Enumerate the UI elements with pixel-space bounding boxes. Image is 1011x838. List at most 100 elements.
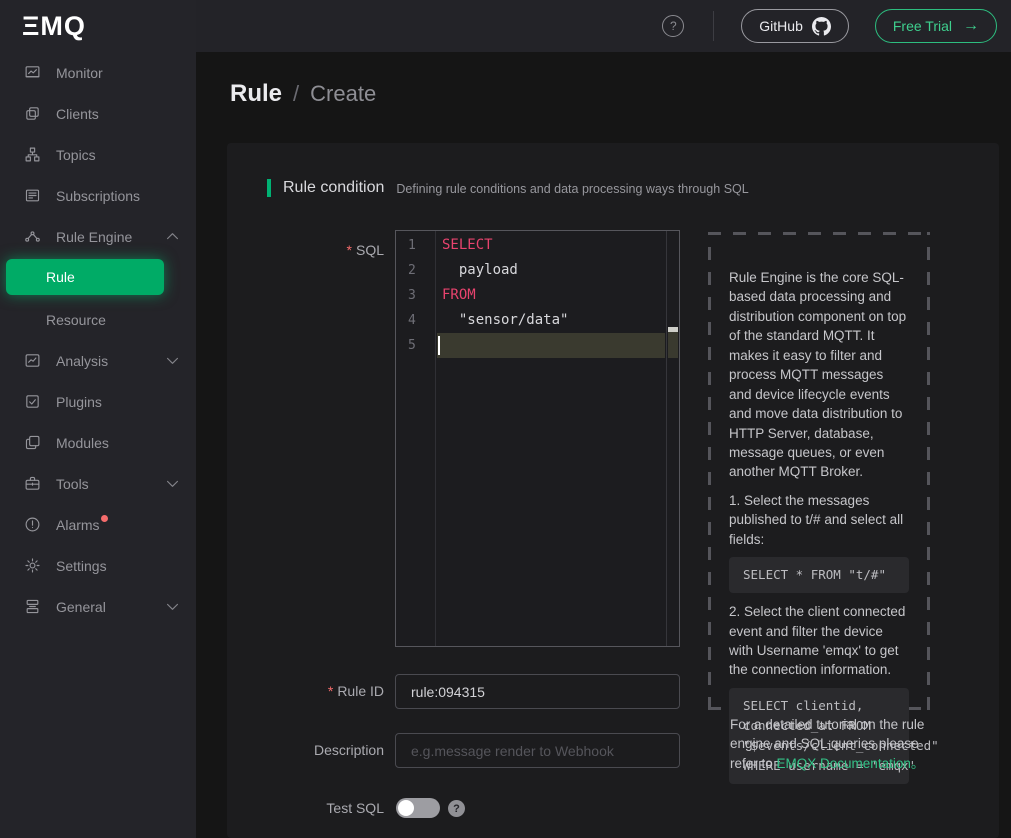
footer-period: 。: [911, 756, 925, 771]
section-accent-bar: [267, 179, 271, 197]
sidebar-item-analysis[interactable]: Analysis: [0, 340, 196, 381]
alarm-badge-dot: [101, 515, 108, 522]
sidebar-item-label: Plugins: [56, 394, 102, 410]
rule-engine-help-panel: Rule Engine is the core SQL-based data p…: [708, 232, 930, 710]
editor-text-cursor: [438, 336, 440, 355]
required-asterisk: *: [328, 683, 333, 699]
github-button-label: GitHub: [759, 18, 803, 34]
clients-icon: [24, 105, 41, 122]
sidebar-item-label: Monitor: [56, 65, 103, 81]
sidebar-item-subscriptions[interactable]: Subscriptions: [0, 175, 196, 216]
line-number: 5: [396, 333, 435, 358]
breadcrumb-current: Create: [310, 81, 376, 107]
modules-icon: [24, 434, 41, 451]
editor-scrollbar-thumb[interactable]: [668, 327, 678, 332]
alarms-icon: [24, 516, 41, 533]
github-icon: [812, 17, 831, 36]
editor-code-area: SELECT payload FROM "sensor/data": [437, 233, 665, 358]
arrow-right-icon: →: [963, 18, 979, 34]
breadcrumb: Rule / Create: [230, 80, 376, 108]
topbar: ? GitHub Free Trial →: [196, 0, 1011, 52]
sidebar-item-label: Tools: [56, 476, 89, 492]
sidebar-item-modules[interactable]: Modules: [0, 422, 196, 463]
sidebar-item-label: Topics: [56, 147, 96, 163]
sidebar-item-settings[interactable]: Settings: [0, 545, 196, 586]
plugins-icon: [24, 393, 41, 410]
code-line: SELECT: [437, 233, 665, 258]
code-line: SELECT clientid,: [743, 696, 895, 716]
description-field-label: Description: [227, 742, 384, 758]
sidebar-item-topics[interactable]: Topics: [0, 134, 196, 175]
line-number: 1: [396, 233, 435, 258]
free-trial-label: Free Trial: [893, 18, 952, 34]
tools-icon: [24, 475, 41, 492]
subscriptions-icon: [24, 187, 41, 204]
sidebar-item-label: Clients: [56, 106, 99, 122]
editor-scrollbar-active-mark: [668, 331, 678, 358]
sidebar-item-label: Subscriptions: [56, 188, 140, 204]
help-footer-text: For a detailed tutorial on the rule engi…: [730, 715, 932, 773]
editor-scrollbar: [666, 231, 679, 646]
line-number: 2: [396, 258, 435, 283]
sidebar-item-label: Modules: [56, 435, 109, 451]
emqx-dashboard: ? GitHub Free Trial → ΞMQ Monitor Client…: [0, 0, 1011, 838]
free-trial-button[interactable]: Free Trial →: [875, 9, 997, 43]
code-line: [437, 333, 665, 358]
help-example2-label: 2. Select the client connected event and…: [729, 602, 909, 680]
gear-icon: [24, 557, 41, 574]
help-icon[interactable]: ?: [662, 15, 684, 37]
sidebar-menu: Monitor Clients Topics Subscriptions Rul…: [0, 52, 196, 627]
code-line: "sensor/data": [437, 308, 665, 333]
test-sql-help-icon[interactable]: ?: [448, 800, 465, 817]
description-input[interactable]: [395, 733, 680, 768]
toggle-knob: [398, 800, 414, 816]
test-sql-field-label: Test SQL: [227, 800, 384, 816]
section-subtitle: Defining rule conditions and data proces…: [396, 182, 748, 196]
sidebar-subitem-resource[interactable]: Resource: [0, 299, 196, 340]
monitor-icon: [24, 64, 41, 81]
rule-engine-icon: [24, 228, 41, 245]
chevron-down-icon: [164, 475, 181, 492]
sidebar-item-label: Alarms: [56, 517, 100, 533]
topbar-divider: [713, 11, 714, 41]
sidebar-item-clients[interactable]: Clients: [0, 93, 196, 134]
test-sql-toggle[interactable]: [396, 798, 440, 818]
rule-condition-header: Rule condition Defining rule conditions …: [267, 179, 749, 197]
sql-code-editor[interactable]: 1 2 3 4 5 SELECT payload FROM "sensor/da…: [395, 230, 680, 647]
chevron-up-icon: [164, 228, 181, 245]
sidebar-item-rule-engine[interactable]: Rule Engine: [0, 216, 196, 257]
sidebar-subitem-label: Rule: [46, 269, 75, 285]
sidebar-item-alarms[interactable]: Alarms: [0, 504, 196, 545]
rule-id-input[interactable]: [395, 674, 680, 709]
sidebar-item-label: General: [56, 599, 106, 615]
editor-line-number-gutter: 1 2 3 4 5: [396, 231, 436, 646]
code-line: payload: [437, 258, 665, 283]
chevron-down-icon: [164, 352, 181, 369]
emq-logo[interactable]: ΞMQ: [0, 0, 196, 52]
breadcrumb-separator: /: [293, 81, 299, 107]
sidebar-item-monitor[interactable]: Monitor: [0, 52, 196, 93]
general-icon: [24, 598, 41, 615]
sidebar-item-label: Rule Engine: [56, 229, 132, 245]
emqx-documentation-link[interactable]: EMQX Documentation: [777, 756, 911, 771]
line-number: 4: [396, 308, 435, 333]
sidebar-subitem-rule-selected[interactable]: Rule: [6, 259, 164, 295]
github-button[interactable]: GitHub: [741, 9, 849, 43]
breadcrumb-rule-link[interactable]: Rule: [230, 80, 282, 108]
help-intro-text: Rule Engine is the core SQL-based data p…: [729, 268, 909, 482]
topics-icon: [24, 146, 41, 163]
help-example1-code: SELECT * FROM "t/#": [729, 557, 909, 593]
code-line: FROM: [437, 283, 665, 308]
sidebar-item-general[interactable]: General: [0, 586, 196, 627]
sidebar-item-label: Settings: [56, 558, 107, 574]
main-content: Rule / Create Rule condition Defining ru…: [196, 52, 1011, 838]
sidebar-subitem-label: Resource: [46, 312, 106, 328]
sidebar-item-tools[interactable]: Tools: [0, 463, 196, 504]
sidebar-item-plugins[interactable]: Plugins: [0, 381, 196, 422]
required-asterisk: *: [347, 242, 352, 258]
sidebar: ΞMQ Monitor Clients Topics Subscriptions…: [0, 0, 196, 838]
chevron-down-icon: [164, 598, 181, 615]
rule-id-field-label: *Rule ID: [227, 683, 384, 699]
rule-create-card: Rule condition Defining rule conditions …: [227, 143, 999, 838]
analysis-icon: [24, 352, 41, 369]
